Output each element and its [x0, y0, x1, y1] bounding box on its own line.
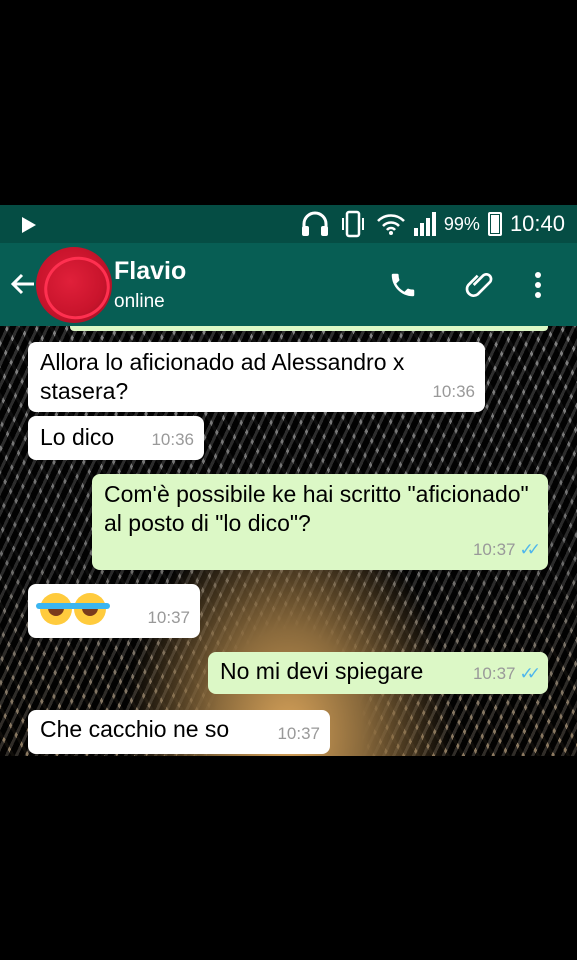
message-time: 10:36 [151, 430, 194, 449]
tears-of-joy-emoji-icon [36, 593, 76, 625]
battery-percent: 99% [443, 213, 480, 234]
message-meta: 10:37 [147, 603, 190, 632]
clock: 10:40 [509, 211, 565, 236]
message-outgoing[interactable]: No mi devi spiegare 10:37 ✓✓ [208, 652, 548, 694]
vibrate-icon [341, 210, 364, 238]
message-meta: 10:37 [277, 719, 320, 748]
message-text: Lo dico [40, 424, 115, 450]
message-incoming[interactable]: 10:37 [28, 584, 200, 638]
attach-paperclip-icon[interactable] [461, 267, 497, 303]
back-arrow-icon[interactable] [10, 271, 36, 303]
previous-message-edge [70, 326, 548, 331]
tears-of-joy-emoji-icon [70, 593, 110, 625]
message-text: Allora lo aficionado ad Alessandro x sta… [40, 349, 405, 404]
message-incoming[interactable]: Lo dico 10:36 [28, 416, 204, 460]
battery-charging-icon [487, 212, 502, 236]
status-icons: 99% 10:40 [300, 210, 565, 238]
message-text: Com'è possibile ke hai scritto "aficiona… [104, 481, 529, 536]
signal-strength-icon [413, 212, 436, 236]
message-text: Che cacchio ne so [40, 716, 230, 742]
message-incoming[interactable]: Allora lo aficionado ad Alessandro x sta… [28, 342, 485, 412]
message-incoming[interactable]: Che cacchio ne so 10:37 [28, 710, 330, 754]
message-meta: 10:37 ✓✓ [472, 659, 541, 688]
message-time: 10:37 [472, 540, 516, 559]
status-bar: 99% 10:40 [0, 205, 577, 243]
message-outgoing[interactable]: Com'è possibile ke hai scritto "aficiona… [92, 474, 548, 570]
conversation-area[interactable]: Allora lo aficionado ad Alessandro x sta… [0, 326, 577, 756]
contact-status: online [114, 291, 165, 312]
contact-name[interactable]: Flavio [114, 257, 186, 286]
chat-header: Flavio online [0, 243, 577, 326]
message-time: 10:37 [147, 608, 190, 627]
message-text: No mi devi spiegare [220, 658, 424, 684]
message-meta: 10:36 [151, 425, 194, 454]
wifi-icon [377, 214, 405, 235]
message-meta: 10:36 [432, 377, 475, 406]
read-receipt-icon: ✓✓ [519, 664, 541, 683]
play-notification-icon [22, 217, 36, 233]
menu-more-icon[interactable] [520, 267, 556, 303]
message-time: 10:37 [472, 664, 516, 683]
message-meta: 10:37 ✓✓ [472, 535, 541, 564]
voice-call-icon[interactable] [385, 267, 421, 303]
message-time: 10:36 [432, 382, 475, 401]
headset-icon [301, 211, 328, 236]
read-receipt-icon: ✓✓ [519, 540, 541, 559]
message-time: 10:37 [277, 724, 320, 743]
contact-avatar[interactable] [36, 247, 112, 323]
